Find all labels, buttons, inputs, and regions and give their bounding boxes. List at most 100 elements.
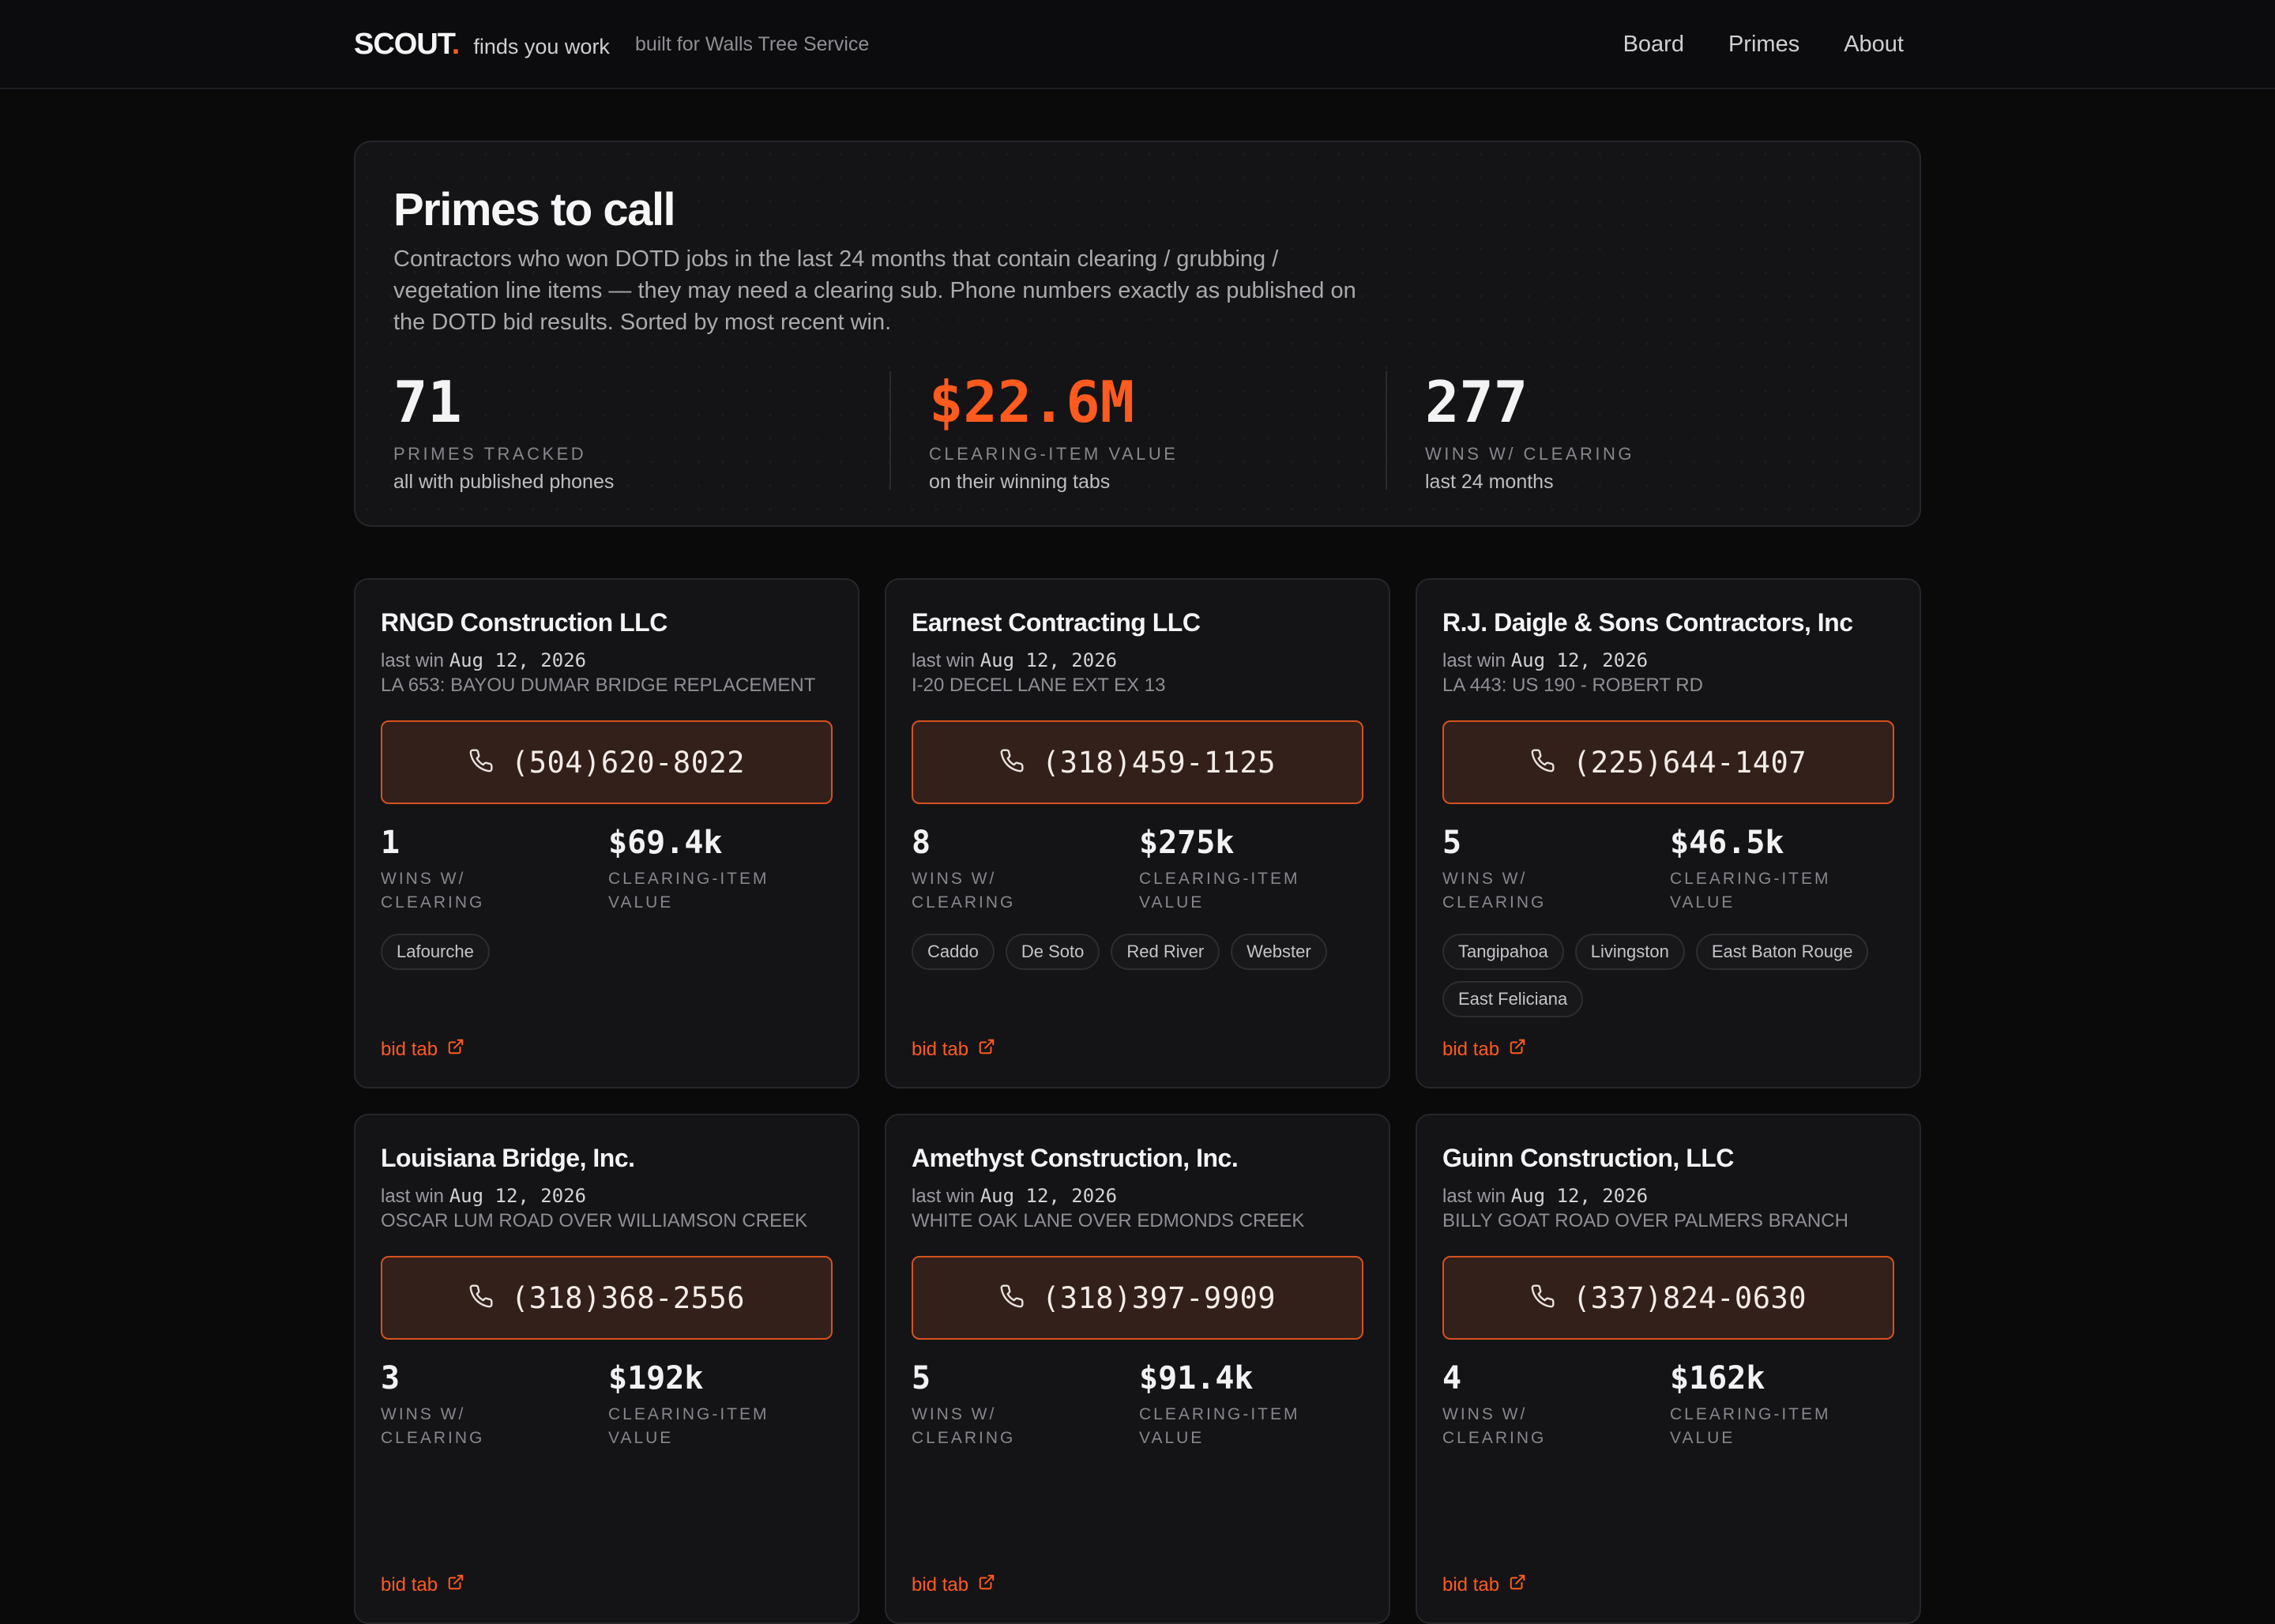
call-phone-button[interactable]: (225)644-1407 <box>1442 720 1894 804</box>
last-win-date: Aug 12, 2026 <box>980 1185 1118 1207</box>
phone-icon <box>1530 1284 1555 1313</box>
prime-card: RNGD Construction LLC last win Aug 12, 2… <box>354 578 859 1088</box>
last-win-job: OSCAR LUM ROAD OVER WILLIAMSON CREEK <box>381 1210 808 1231</box>
last-win-line: last win Aug 12, 2026 <box>1442 1185 1649 1207</box>
stat-divider <box>1386 371 1387 490</box>
stat-value: 71 <box>393 369 462 435</box>
call-phone-button[interactable]: (318)459-1125 <box>912 720 1363 804</box>
external-link-icon <box>978 1573 995 1596</box>
nav-board[interactable]: Board <box>1623 32 1684 58</box>
prime-name: R.J. Daigle & Sons Contractors, Inc <box>1442 608 1853 637</box>
stat-value: 277 <box>1425 369 1529 435</box>
phone-number: (504)620-8022 <box>510 745 746 780</box>
wins-label: WINS W/ CLEARING <box>1442 870 1547 912</box>
parish-tag: Lafourche <box>381 934 490 970</box>
prime-card: Amethyst Construction, Inc. last win Aug… <box>885 1114 1390 1624</box>
call-phone-button[interactable]: (504)620-8022 <box>381 720 833 804</box>
stat-primes-tracked: 71 PRIMES TRACKED all with published pho… <box>393 369 614 493</box>
brand-logo[interactable]: SCOUT. <box>354 28 460 62</box>
last-win-line: last win Aug 12, 2026 <box>912 649 1118 671</box>
last-win-job: LA 443: US 190 - ROBERT RD <box>1442 675 1703 696</box>
call-phone-button[interactable]: (318)368-2556 <box>381 1256 833 1340</box>
nav-primes[interactable]: Primes <box>1728 32 1799 58</box>
parish-tag: Red River <box>1111 934 1220 970</box>
parish-tag: Livingston <box>1574 934 1685 970</box>
prime-card: Louisiana Bridge, Inc. last win Aug 12, … <box>354 1114 859 1624</box>
last-win-date: Aug 12, 2026 <box>980 649 1118 671</box>
parish-tag: Webster <box>1231 934 1327 970</box>
wins-label: WINS W/ CLEARING <box>1442 1405 1547 1447</box>
wins-value: 3 <box>381 1360 400 1397</box>
phone-number: (337)824-0630 <box>1572 1280 1807 1315</box>
external-link-icon <box>447 1573 464 1596</box>
stat-divider <box>889 371 891 490</box>
page-description: Contractors who won DOTD jobs in the las… <box>393 246 1356 335</box>
phone-number: (318)368-2556 <box>510 1280 746 1315</box>
prime-name: Amethyst Construction, Inc. <box>912 1144 1239 1172</box>
brand-tagline: finds you work <box>473 35 610 58</box>
clearing-value-metric: $46.5k CLEARING-ITEM VALUE <box>1670 825 1831 915</box>
clearing-value: $162k <box>1670 1360 1765 1397</box>
last-win-date: Aug 12, 2026 <box>449 1185 587 1207</box>
external-link-icon <box>1509 1573 1526 1596</box>
bid-tab-link[interactable]: bid tab <box>912 1038 995 1061</box>
parish-tags: Caddo De Soto Red River Webster <box>912 934 1370 970</box>
parish-tags: Tangipahoa Livingston East Baton Rouge East… <box>1442 934 1901 1017</box>
call-phone-button[interactable]: (318)397-9909 <box>912 1256 1363 1340</box>
prime-card: R.J. Daigle & Sons Contractors, Inc last… <box>1416 578 1921 1088</box>
clearing-value: $192k <box>608 1360 704 1397</box>
wins-value: 5 <box>1442 825 1462 861</box>
external-link-icon <box>447 1038 464 1061</box>
page-title: Primes to call <box>393 184 676 235</box>
wins-metric: 5 WINS W/ CLEARING <box>912 1360 1015 1450</box>
parish-tag: De Soto <box>1005 934 1100 970</box>
bid-tab-link[interactable]: bid tab <box>1442 1573 1526 1596</box>
wins-value: 5 <box>912 1360 931 1397</box>
stat-label: PRIMES TRACKED <box>393 444 587 464</box>
phone-icon <box>999 1284 1025 1313</box>
phone-icon <box>468 748 494 777</box>
clearing-value-label: CLEARING-ITEM VALUE <box>608 870 769 912</box>
bid-tab-link[interactable]: bid tab <box>912 1573 995 1596</box>
clearing-value: $46.5k <box>1670 825 1784 861</box>
wins-value: 8 <box>912 825 931 861</box>
parish-tag: Tangipahoa <box>1442 934 1564 970</box>
built-for-label: built for Walls Tree Service <box>634 33 870 55</box>
phone-number: (225)644-1407 <box>1572 745 1807 780</box>
stat-sub: on their winning tabs <box>929 471 1111 493</box>
stat-sub: all with published phones <box>393 471 615 493</box>
bid-tab-link[interactable]: bid tab <box>1442 1038 1526 1061</box>
wins-metric: 5 WINS W/ CLEARING <box>1442 825 1546 915</box>
wins-metric: 1 WINS W/ CLEARING <box>381 825 484 915</box>
stat-wins: 277 WINS W/ CLEARING last 24 months <box>1425 369 1634 493</box>
clearing-value: $275k <box>1139 825 1235 861</box>
clearing-value-metric: $275k CLEARING-ITEM VALUE <box>1139 825 1300 915</box>
last-win-job: BILLY GOAT ROAD OVER PALMERS BRANCH <box>1442 1210 1848 1231</box>
main-nav: Board Primes About <box>1623 32 1904 58</box>
parish-tags: Lafourche <box>381 934 839 970</box>
bid-tab-link[interactable]: bid tab <box>381 1573 464 1596</box>
nav-about[interactable]: About <box>1844 32 1904 58</box>
last-win-line: last win Aug 12, 2026 <box>381 649 587 671</box>
prime-card: Guinn Construction, LLC last win Aug 12,… <box>1416 1114 1921 1624</box>
clearing-value: $91.4k <box>1139 1360 1254 1397</box>
phone-number: (318)397-9909 <box>1041 1280 1277 1315</box>
parish-tag: East Baton Rouge <box>1695 934 1869 970</box>
wins-label: WINS W/ CLEARING <box>381 870 485 912</box>
call-phone-button[interactable]: (337)824-0630 <box>1442 1256 1894 1340</box>
external-link-icon <box>1509 1038 1526 1061</box>
last-win-line: last win Aug 12, 2026 <box>1442 649 1649 671</box>
external-link-icon <box>978 1038 995 1061</box>
prime-card: Earnest Contracting LLC last win Aug 12,… <box>885 578 1390 1088</box>
summary-stats: 71 PRIMES TRACKED all with published pho… <box>393 369 1882 493</box>
wins-value: 4 <box>1442 1360 1462 1397</box>
clearing-value: $69.4k <box>608 825 723 861</box>
phone-icon <box>1530 748 1555 777</box>
clearing-value-label: CLEARING-ITEM VALUE <box>1670 1405 1831 1447</box>
clearing-value-metric: $162k CLEARING-ITEM VALUE <box>1670 1360 1831 1450</box>
last-win-date: Aug 12, 2026 <box>1510 649 1649 671</box>
clearing-value-label: CLEARING-ITEM VALUE <box>1670 870 1831 912</box>
last-win-job: I-20 DECEL LANE EXT EX 13 <box>912 675 1166 696</box>
bid-tab-link[interactable]: bid tab <box>381 1038 464 1061</box>
parish-tag: Caddo <box>912 934 995 970</box>
